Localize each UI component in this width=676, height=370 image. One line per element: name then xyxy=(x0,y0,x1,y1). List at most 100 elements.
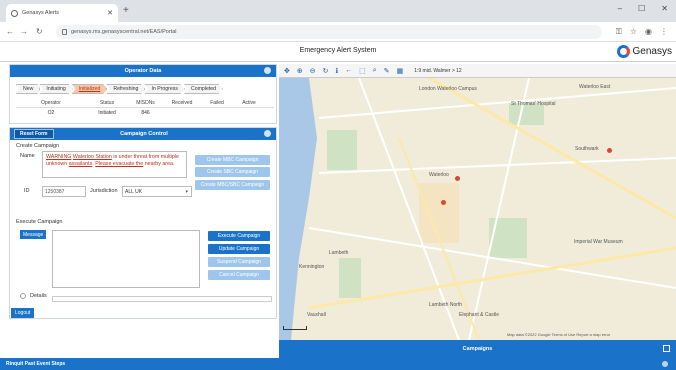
map-place-label: St Thomas' Hospital xyxy=(511,101,556,107)
browser-actions: ⚿ ☆ ◉ ⋮ xyxy=(616,27,668,37)
execute-action-button[interactable]: Suspend Campaign xyxy=(208,257,270,267)
search-icon[interactable]: ⌕ xyxy=(373,67,377,75)
map-place-label: Elephant & Castle xyxy=(459,312,500,318)
refresh-icon[interactable]: ↻ xyxy=(323,67,329,75)
execute-action-button[interactable]: Update Campaign xyxy=(208,244,270,254)
jurisdiction-label: Jurisdiction xyxy=(90,188,118,194)
profile-icon[interactable]: ◉ xyxy=(645,27,652,37)
select-icon[interactable]: ⬚ xyxy=(359,67,366,75)
phase-step: New xyxy=(16,84,41,94)
back-icon[interactable]: ← xyxy=(6,27,14,36)
map-marker-icon[interactable] xyxy=(441,200,446,205)
message-button[interactable]: Message xyxy=(20,230,47,239)
name-label: Name xyxy=(20,153,35,159)
maximize-icon[interactable]: ☐ xyxy=(638,4,645,13)
campaign-id-input[interactable]: 1250387 xyxy=(42,186,86,197)
table-cell: Active xyxy=(242,99,256,106)
info-icon[interactable] xyxy=(264,67,271,74)
genasys-logo-icon xyxy=(616,45,630,58)
reload-icon[interactable]: ↻ xyxy=(36,27,43,36)
campaign-name-input[interactable]: WARNING Waterloo Station is under threat… xyxy=(42,151,187,178)
table-cell: Status xyxy=(99,99,115,106)
name-text-part: assailants xyxy=(68,161,93,167)
logo-text: Genasys xyxy=(632,46,672,57)
forward-icon[interactable]: → xyxy=(20,27,28,36)
map-place-label: London Waterloo Campus xyxy=(419,86,477,92)
name-text-part: WARNING xyxy=(46,154,72,160)
execute-campaign-label: Execute Campaign xyxy=(16,219,63,225)
measure-icon[interactable]: ✎ xyxy=(384,67,390,75)
past-events-bar[interactable]: Rinquit Past Event Steps xyxy=(0,358,676,370)
chevron-down-icon: ▾ xyxy=(185,189,188,195)
new-tab-icon[interactable]: + xyxy=(123,5,129,16)
operator-data-title: Operator Data xyxy=(124,68,162,74)
lock-icon xyxy=(62,29,67,35)
tab-title: Genasys Alerts xyxy=(22,10,59,16)
map-marker-icon[interactable] xyxy=(607,148,612,153)
info-icon[interactable]: ℹ xyxy=(336,67,339,75)
table-cell: 846 xyxy=(141,110,150,116)
phase-step: Refreshing xyxy=(106,84,146,94)
close-tab-icon[interactable]: ✕ xyxy=(107,9,113,17)
logout-button[interactable]: Logout xyxy=(11,308,35,318)
campaign-control-panel: Reset Form Campaign Control Create Campa… xyxy=(9,127,277,319)
name-text-part: Please evacuate the xyxy=(95,161,144,167)
app-header: Emergency Alert System Genasys xyxy=(0,42,676,62)
execute-action-button[interactable]: Execute Campaign xyxy=(208,231,270,241)
table-cell: Operator xyxy=(41,99,61,106)
key-icon[interactable]: ⚿ xyxy=(616,27,622,37)
back-icon[interactable]: ← xyxy=(345,67,352,74)
operator-data-header: Operator Data xyxy=(10,65,276,77)
campaigns-bar[interactable]: Campaigns xyxy=(279,340,676,358)
past-events-title: Rinquit Past Event Steps xyxy=(6,361,66,367)
info-icon[interactable] xyxy=(264,130,271,137)
table-cell: Initiated xyxy=(98,110,116,116)
map-place-label: Kennington xyxy=(299,264,325,270)
details-radio[interactable] xyxy=(20,293,26,299)
map-view[interactable]: ✥ ⊕ ⊖ ↻ ℹ ← ⬚ ⌕ ✎ ▦ 1:9 mid. Walmer > 12… xyxy=(279,64,676,340)
table-row: O2 Initiated 846 xyxy=(16,108,274,118)
menu-icon[interactable]: ⋮ xyxy=(660,27,668,37)
minimize-icon[interactable]: – xyxy=(618,4,622,13)
zoom-in-icon[interactable]: ⊕ xyxy=(297,67,303,75)
address-input[interactable]: genasys.ms.genasyscentral.net/EAS/Portal xyxy=(56,25,602,39)
jurisdiction-select[interactable]: ALL UK ▾ xyxy=(122,186,192,197)
campaign-control-header: Reset Form Campaign Control xyxy=(10,128,276,140)
window-controls: – ☐ ✕ xyxy=(618,4,668,13)
map-place-label: Vauxhall xyxy=(307,312,326,318)
phase-step: Initialized xyxy=(71,84,108,94)
globe-icon xyxy=(11,9,18,17)
map-place-label: Lambeth xyxy=(329,250,349,256)
map-coordinates: 1:9 mid. Walmer > 12 xyxy=(414,67,462,74)
create-campaign-button[interactable]: Create MBC/SBC Campaign xyxy=(195,180,270,190)
browser-tab-bar: Genasys Alerts ✕ + – ☐ ✕ xyxy=(0,0,676,22)
phase-step: In Progress xyxy=(144,84,185,94)
execute-action-button[interactable]: Cancel Campaign xyxy=(208,270,270,280)
pan-icon[interactable]: ✥ xyxy=(284,67,290,75)
name-text-part: nearby area. xyxy=(143,161,175,167)
close-window-icon[interactable]: ✕ xyxy=(661,4,668,13)
info-icon[interactable] xyxy=(662,361,668,367)
map-place-label: Imperial War Museum xyxy=(574,239,623,245)
browser-tab[interactable]: Genasys Alerts ✕ xyxy=(6,4,118,22)
map-place-label: Southwark xyxy=(575,146,599,152)
map-marker-icon[interactable] xyxy=(455,176,460,181)
create-campaign-label: Create Campaign xyxy=(16,143,60,149)
layers-icon[interactable]: ▦ xyxy=(397,67,404,75)
create-campaign-button[interactable]: Create MBC Campaign xyxy=(195,155,270,165)
zoom-out-icon[interactable]: ⊖ xyxy=(310,67,316,75)
name-text-part: Waterloo Station xyxy=(72,154,112,160)
operator-table: Operator Status MISDNs Received Failed Active… xyxy=(16,98,274,118)
create-campaign-button[interactable]: Create SBC Campaign xyxy=(195,167,270,177)
expand-icon[interactable] xyxy=(663,345,670,352)
message-input[interactable] xyxy=(52,230,200,288)
table-header: Operator Status MISDNs Received Failed Active xyxy=(16,98,274,108)
phase-step: Initiating xyxy=(39,84,73,94)
star-icon[interactable]: ☆ xyxy=(630,27,637,37)
table-cell: MISDNs xyxy=(136,99,155,106)
genasys-logo: Genasys xyxy=(616,45,672,58)
map-scale-bar xyxy=(283,326,307,330)
left-panel: Operator Data New Initiating Initialized Re… xyxy=(9,64,277,324)
details-input[interactable] xyxy=(52,296,272,302)
operator-data-panel: Operator Data New Initiating Initialized Re… xyxy=(9,64,277,124)
